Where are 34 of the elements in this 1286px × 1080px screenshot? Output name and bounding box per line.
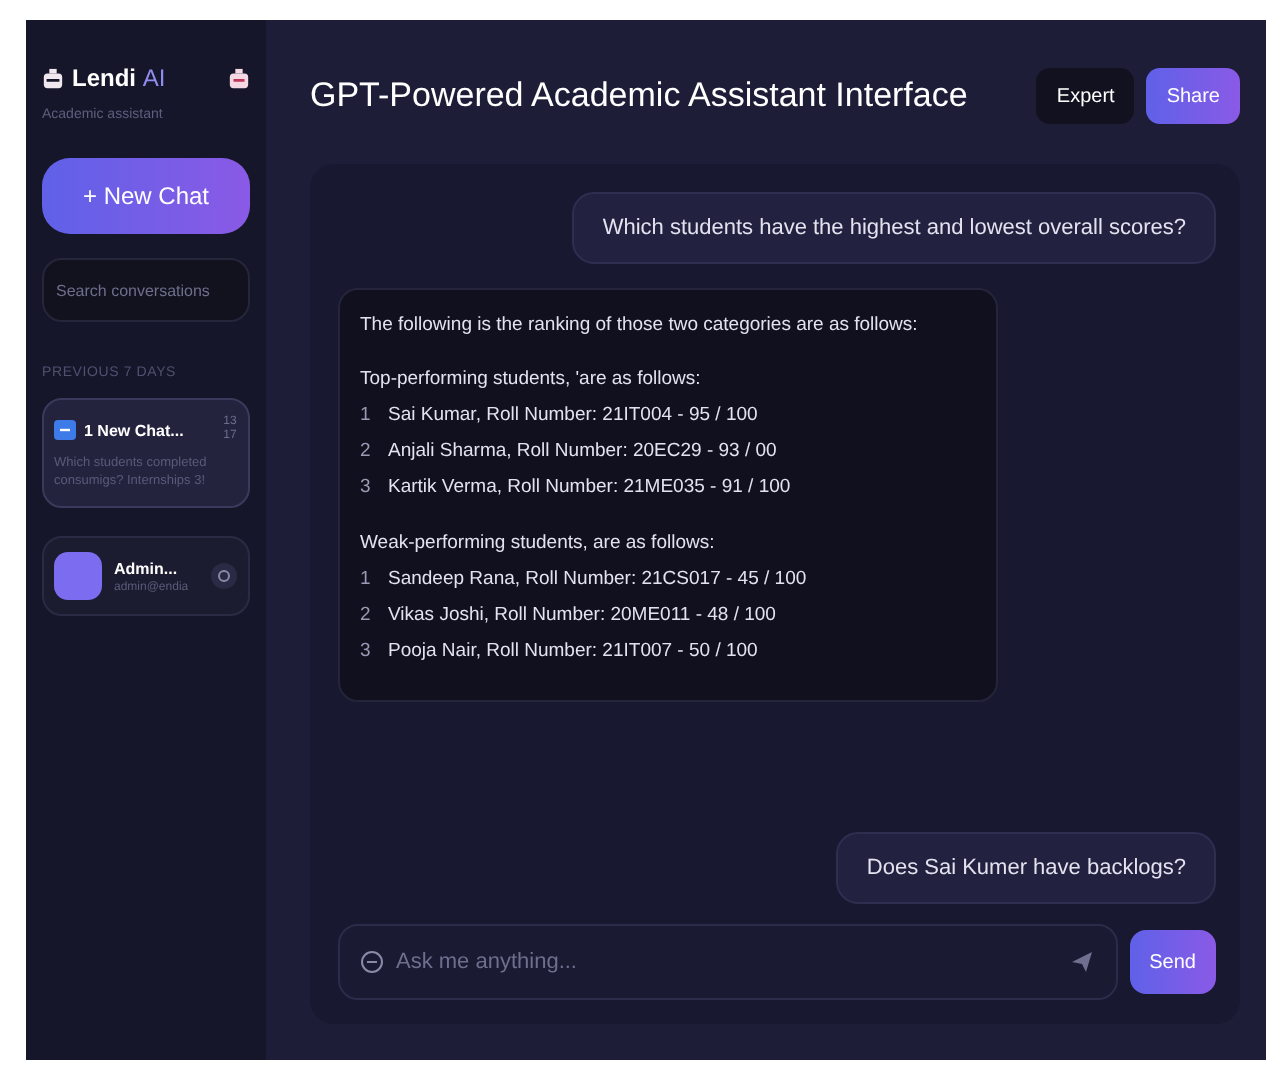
list-number: 1 [360, 568, 372, 590]
list-item: Sai Kumar, Roll Number: 21IT004 - 95 / 100 [388, 404, 758, 426]
list-item: Pooja Nair, Roll Number: 21IT007 - 50 / 100 [388, 640, 758, 662]
share-button[interactable]: Share [1146, 68, 1240, 124]
send-icon[interactable] [1069, 950, 1094, 974]
message-text: The following is the ranking of those two categories are as follows: [360, 314, 920, 336]
new-chat-button[interactable]: + New Chat [42, 158, 250, 234]
robot-icon [42, 67, 64, 89]
chat-icon [54, 420, 76, 440]
conversation-title: 1 New Chat... [84, 421, 186, 439]
list-number: 2 [360, 604, 372, 626]
list-number: 2 [360, 440, 372, 462]
minus-circle-icon[interactable] [360, 950, 384, 974]
list-item: Sandeep Rana, Roll Number: 21CS017 - 45 / 100 [388, 568, 807, 590]
list-item: Vikas Joshi, Roll Number: 20ME011 - 48 / 100 [388, 604, 776, 626]
send-button[interactable]: Send [1129, 930, 1216, 994]
list-number: 1 [360, 404, 372, 426]
list-number: 3 [360, 476, 372, 498]
settings-icon[interactable] [210, 562, 238, 590]
user-message: Does Sai Kumer have backlogs? [836, 832, 1216, 904]
robot-icon [228, 67, 250, 89]
export-button[interactable]: Expert [1036, 68, 1135, 124]
user-name: Admin... [114, 559, 180, 577]
brand-name: Lendi AI [72, 64, 166, 92]
user-message: Which students have the highest and lowest overall scores? [572, 192, 1216, 264]
search-field[interactable]: Search conversations [42, 258, 250, 322]
list-item: Anjali Sharma, Roll Number: 20EC29 - 93 / 00 [388, 440, 777, 462]
message-field[interactable]: Ask me anything... [338, 924, 1118, 1000]
list-heading: Weak-performing students, are as follows: [360, 532, 717, 554]
avatar [54, 552, 102, 600]
list-heading: Top-performing students, 'are as follows: [360, 368, 703, 390]
page-title: GPT-Powered Academic Assistant Interface [310, 76, 970, 116]
list-item: Kartik Verma, Roll Number: 21ME035 - 91 / 100 [388, 476, 791, 498]
list-number: 3 [360, 640, 372, 662]
